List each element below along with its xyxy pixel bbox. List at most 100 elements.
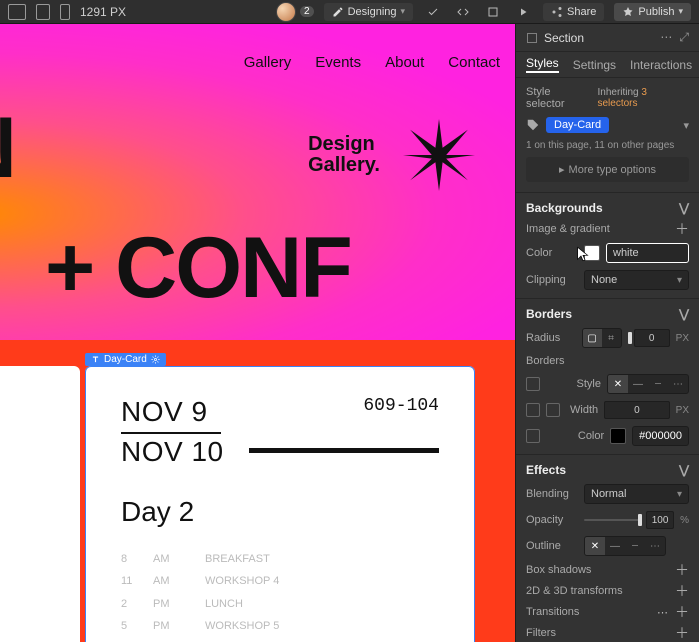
section-icon [526,32,538,44]
bg-clip-select[interactable]: None▾ [584,270,689,290]
style-selector-section: Style selector Inheriting 3 selectors Da… [516,78,699,193]
radius-input[interactable] [634,329,670,347]
chevron-down-icon: ⋁ [679,307,689,321]
blending-label: Blending [526,488,578,500]
add-transition-button[interactable]: ＋ [675,605,689,619]
nav-gallery[interactable]: Gallery [244,54,292,71]
border-side-picker[interactable] [526,377,540,391]
borders-sub-label: Borders [526,355,578,367]
schedule-row: 8AMBREAKFAST [121,552,439,567]
border-style-label: Style [577,378,601,390]
border-style-segmented[interactable]: ✕—┄⋯ [607,374,689,394]
avatar[interactable] [276,2,296,22]
selector-chip[interactable]: Day-Card [546,117,609,133]
device-desktop-button[interactable] [8,4,26,20]
play-icon [517,6,529,18]
bg-image-label: Image & gradient [526,223,669,235]
border-side-picker-2[interactable] [526,403,540,417]
preview-button[interactable] [513,3,533,21]
mode-button[interactable]: Designing ▾ [324,3,413,21]
bg-color-swatch[interactable] [584,245,600,261]
code-toggle-button[interactable] [453,3,473,21]
border-color-label: Color [578,430,604,442]
phantom-year: 2023 [0,396,44,422]
nav-about[interactable]: About [385,54,424,71]
text-icon [91,355,100,364]
add-transform-button[interactable]: ＋ [675,584,689,598]
opacity-slider[interactable] [584,519,640,521]
opacity-input[interactable] [646,511,674,529]
viewport-size: 1291 PX [80,5,126,19]
inherit-text[interactable]: Inheriting 3 selectors [597,87,689,109]
border-width-label: Width [570,404,598,416]
boxshadows-label: Box shadows [526,564,669,576]
chevron-down-icon: ⋁ [679,201,689,215]
radius-mode-toggle[interactable]: ▢⌗ [582,328,622,348]
borders-section: Borders⋁ Radius ▢⌗ PX Borders Style ✕—┄⋯… [516,299,699,455]
tab-interactions[interactable]: Interactions [630,58,692,72]
card-divider [249,448,439,453]
blending-select[interactable]: Normal▾ [584,484,689,504]
style-selector-label: Style selector [526,86,591,110]
borders-heading[interactable]: Borders⋁ [526,307,689,321]
border-side-picker-3[interactable] [546,403,560,417]
gear-icon [151,355,160,364]
more-type-options[interactable]: ▸ More type options [526,157,689,182]
chevron-down-icon[interactable]: ▾ [683,119,689,132]
breadcrumb: Section ⋯ ⤢ [516,24,699,52]
border-color-value[interactable]: #000000 [632,426,689,446]
effects-section: Effects⋁ Blending Normal▾ Opacity % Outl… [516,455,699,642]
schedule-row: 11AMWORKSHOP 4 [121,574,439,589]
hero-section[interactable]: Gallery Events About Contact Design Gall… [0,24,515,340]
publish-button[interactable]: Publish ▾ [614,3,691,21]
transitions-more[interactable]: ⋯ [657,606,669,619]
topbar: 1291 PX 2 Designing ▾ Share Publish ▾ [0,0,699,24]
outline-label: Outline [526,540,578,552]
hero-title-frag-1: GN [0,99,15,198]
transitions-label: Transitions [526,606,651,618]
add-shadow-button[interactable]: ＋ [675,563,689,577]
schedule-row: 2PMLUNCH [121,597,439,612]
border-side-picker-4[interactable] [526,429,540,443]
expand-icon[interactable]: ⤢ [679,30,689,45]
more-icon[interactable]: ⋯ [660,30,673,45]
starburst-icon [403,119,475,191]
share-icon [551,6,563,18]
chevron-down-icon: ⋁ [679,463,689,477]
grid-toggle-button[interactable] [483,3,503,21]
add-filter-button[interactable]: ＋ [675,626,689,640]
check-button[interactable] [423,3,443,21]
rocket-icon [622,6,634,18]
nav-events[interactable]: Events [315,54,361,71]
card-code: 609-104 [363,396,439,416]
canvas[interactable]: Gallery Events About Contact Design Gall… [0,24,515,642]
bg-clip-label: Clipping [526,274,578,286]
bg-color-value[interactable]: white [606,243,689,263]
inspector-panel: Section ⋯ ⤢ Styles Settings Interactions… [515,24,699,642]
schedule: 8AMBREAKFAST 11AMWORKSHOP 4 2PMLUNCH 5PM… [121,552,439,642]
selector-page-count: 1 on this page, 11 on other pages [526,140,674,151]
bg-color-label: Color [526,247,578,259]
effects-heading[interactable]: Effects⋁ [526,463,689,477]
pencil-icon [332,6,344,18]
tab-styles[interactable]: Styles [526,56,559,73]
opacity-label: Opacity [526,514,578,526]
outline-style-segmented[interactable]: ✕—┄⋯ [584,536,666,556]
share-button[interactable]: Share [543,3,604,21]
tab-settings[interactable]: Settings [573,58,616,72]
device-phone-button[interactable] [60,4,70,20]
grid-icon [487,6,499,18]
border-width-input[interactable] [604,401,670,419]
nav-contact[interactable]: Contact [448,54,500,71]
day-label: Day 2 [121,496,439,528]
tag-icon [526,118,540,132]
phantom-card[interactable]: 2023 [0,366,80,642]
check-icon [427,6,439,18]
selection-tag[interactable]: Day-Card [85,353,166,366]
border-color-swatch[interactable] [610,428,626,444]
backgrounds-heading[interactable]: Backgrounds⋁ [526,201,689,215]
day-card[interactable]: NOV 9 NOV 10 609-104 Day 2 8AMBREAKFAST … [85,366,475,642]
device-tablet-button[interactable] [36,4,50,20]
backgrounds-section: Backgrounds⋁ Image & gradient ＋ Color wh… [516,193,699,299]
add-bg-image-button[interactable]: ＋ [675,222,689,236]
